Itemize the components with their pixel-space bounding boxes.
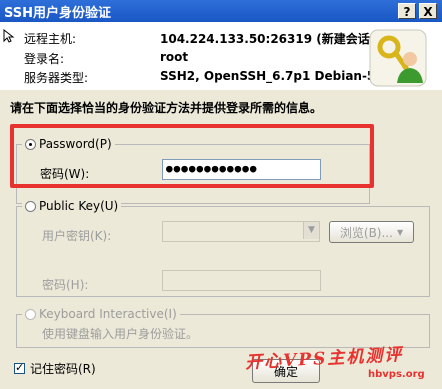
browse-button[interactable]: 浏览(B)... ▼ bbox=[329, 221, 414, 243]
login-value: root bbox=[160, 50, 189, 64]
passphrase-label: 密码(H): bbox=[42, 278, 89, 292]
window-title: SSH用户身份验证 bbox=[4, 5, 112, 21]
cursor-icon bbox=[3, 29, 15, 43]
login-label: 登录名: bbox=[24, 52, 65, 66]
user-key-label: 用户密钥(K): bbox=[42, 229, 112, 243]
instruction-text: 请在下面选择恰当的身份验证方法并提供登录所需的信息。 bbox=[10, 101, 323, 115]
server-type-label: 服务器类型: bbox=[24, 71, 89, 85]
keyboard-interactive-label: Keyboard Interactive(I) bbox=[39, 307, 177, 321]
keyboard-interactive-radio[interactable] bbox=[25, 308, 36, 320]
user-key-select[interactable] bbox=[162, 221, 320, 242]
remember-password-label: 记住密码(R) bbox=[30, 362, 96, 376]
public-key-option[interactable]: Public Key(U) bbox=[22, 199, 122, 213]
remote-host-value: 104.224.133.50:26319 (新建会话) bbox=[160, 32, 376, 46]
highlight-box bbox=[10, 124, 374, 188]
user-key-icon bbox=[369, 29, 427, 87]
browse-button-label: 浏览(B)... bbox=[339, 225, 393, 240]
remember-password-checkbox[interactable] bbox=[14, 361, 25, 374]
server-type-value: SSH2, OpenSSH_6.7p1 Debian-5 bbox=[160, 69, 376, 83]
help-button[interactable]: ? bbox=[398, 3, 416, 19]
server-info-panel: 远程主机: 104.224.133.50:26319 (新建会话) 登录名: r… bbox=[0, 22, 442, 90]
close-button[interactable]: X bbox=[419, 3, 437, 19]
server-type-row: 服务器类型: SSH2, OpenSSH_6.7p1 Debian-5 bbox=[24, 69, 375, 85]
title-bar: SSH用户身份验证 ? X bbox=[0, 0, 442, 22]
remote-host-row: 远程主机: 104.224.133.50:26319 (新建会话) bbox=[24, 30, 375, 46]
public-key-option-label: Public Key(U) bbox=[39, 199, 119, 213]
passphrase-field[interactable] bbox=[162, 270, 321, 291]
remote-host-label: 远程主机: bbox=[24, 32, 77, 46]
public-key-radio[interactable] bbox=[25, 200, 36, 212]
watermark-url: hbvps.org bbox=[368, 369, 425, 380]
remember-password-option[interactable]: 记住密码(R) bbox=[14, 360, 96, 377]
login-row: 登录名: root bbox=[24, 50, 188, 66]
dialog-body: 远程主机: 104.224.133.50:26319 (新建会话) 登录名: r… bbox=[0, 22, 442, 389]
keyboard-interactive-description: 使用键盘输入用户身份验证。 bbox=[42, 327, 199, 341]
chevron-down-icon[interactable]: ▼ bbox=[303, 222, 319, 239]
keyboard-interactive-option[interactable]: Keyboard Interactive(I) bbox=[22, 307, 180, 321]
dropdown-arrow-icon: ▼ bbox=[396, 227, 404, 237]
